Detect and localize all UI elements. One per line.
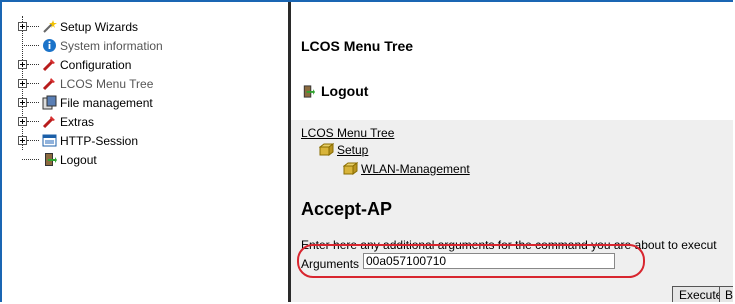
tree-item-label: HTTP-Session [60, 134, 139, 148]
window-icon [42, 134, 57, 147]
tree-item-http-session[interactable]: HTTP-Session [2, 132, 282, 150]
navigation-tree: Setup Wizards System information Configu… [2, 2, 290, 302]
main-panel: LCOS Menu Tree Logout LCOS Menu Tree Set… [291, 2, 733, 302]
tools-icon [42, 59, 55, 72]
tree-item-extras[interactable]: Extras [2, 113, 282, 131]
logout-icon [303, 84, 315, 98]
tree-item-label: LCOS Menu Tree [60, 77, 154, 91]
expand-icon[interactable] [18, 22, 27, 31]
expand-icon[interactable] [18, 98, 27, 107]
expand-icon[interactable] [18, 60, 27, 69]
tree-item-label: System information [60, 39, 163, 53]
tree-item-label: Setup Wizards [60, 20, 139, 34]
breadcrumb-lcos-menu-tree[interactable]: LCOS Menu Tree [301, 126, 394, 140]
tree-item-configuration[interactable]: Configuration [2, 56, 282, 74]
expand-icon[interactable] [18, 136, 27, 145]
tree-item-lcos-menu-tree[interactable]: LCOS Menu Tree [2, 75, 282, 93]
tools-icon [42, 78, 55, 91]
breadcrumb-setup[interactable]: Setup [337, 143, 368, 157]
tree-item-file-management[interactable]: File management [2, 94, 282, 112]
tools-icon [42, 116, 55, 129]
arguments-label: Arguments [301, 257, 360, 271]
wand-icon [43, 20, 57, 33]
tree-item-label: Configuration [60, 58, 132, 72]
logout-label: Logout [321, 83, 369, 99]
logout-link[interactable]: Logout [301, 83, 368, 99]
page-title: LCOS Menu Tree [301, 38, 414, 54]
breadcrumb-wlan-management[interactable]: WLAN-Management [361, 162, 470, 176]
description-text: Enter here any additional arguments for … [301, 238, 717, 252]
arguments-input[interactable] [363, 253, 615, 269]
info-icon [43, 39, 56, 52]
tree-item-setup-wizards[interactable]: Setup Wizards [2, 18, 282, 36]
tree-item-label: File management [60, 96, 153, 110]
logout-icon [45, 153, 57, 166]
file-icon [42, 95, 57, 110]
folder-icon [319, 143, 334, 156]
tree-item-system-information[interactable]: System information [2, 37, 282, 55]
tree-item-label: Extras [60, 115, 95, 129]
expand-icon[interactable] [18, 117, 27, 126]
expand-icon[interactable] [18, 79, 27, 88]
second-button[interactable]: B [719, 286, 733, 302]
tree-item-label: Logout [60, 153, 97, 167]
folder-icon [343, 162, 358, 175]
section-title: Accept-AP [301, 199, 393, 219]
tree-item-logout[interactable]: Logout [2, 151, 282, 169]
